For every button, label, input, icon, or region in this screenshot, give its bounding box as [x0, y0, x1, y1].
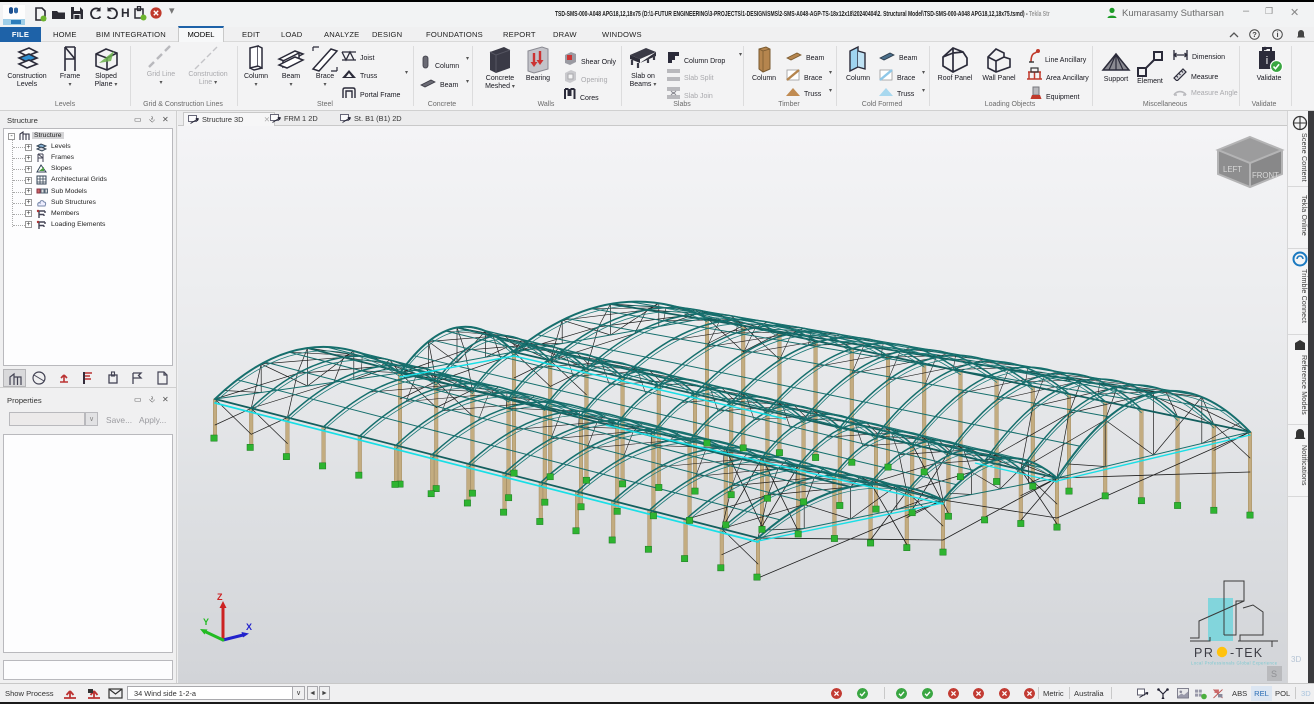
- svg-text:-TEK: -TEK: [1230, 646, 1263, 660]
- svg-text:FRONT: FRONT: [1252, 171, 1279, 180]
- svg-text:PR: PR: [1194, 646, 1214, 660]
- svg-text:X: X: [246, 622, 252, 632]
- svg-text:S: S: [1271, 669, 1277, 679]
- svg-text:LEFT: LEFT: [1223, 165, 1242, 174]
- svg-text:Local Professionals Global: Local Professionals Global Experience: [1191, 661, 1278, 666]
- svg-text:Y: Y: [203, 617, 209, 627]
- svg-text:?: ?: [1252, 30, 1257, 39]
- svg-text:i: i: [1266, 55, 1268, 67]
- svg-text:Z: Z: [217, 592, 223, 602]
- svg-text:i: i: [1276, 30, 1278, 39]
